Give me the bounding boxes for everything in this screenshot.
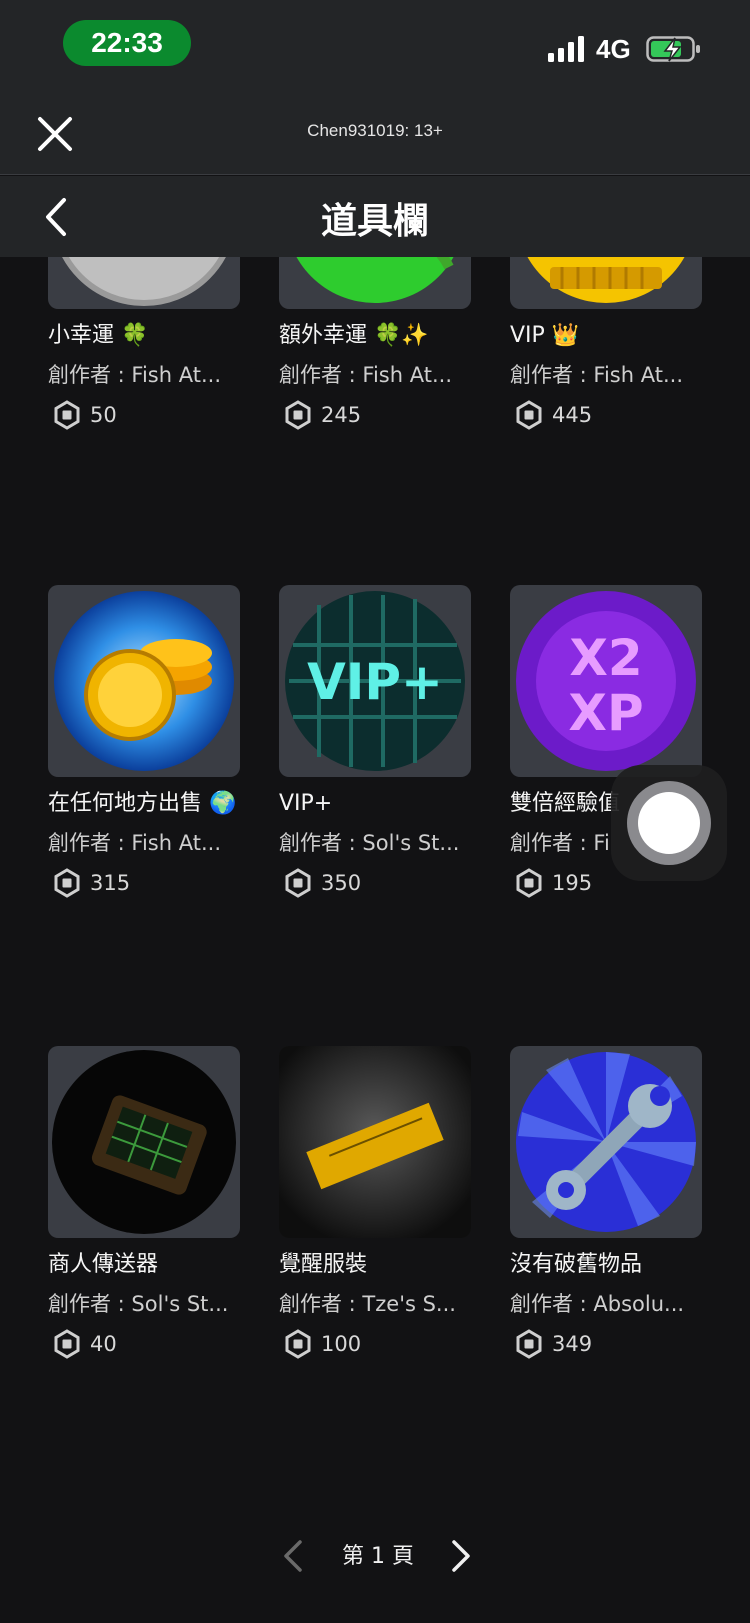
item-creator: 創作者 : Fish At... xyxy=(279,363,452,387)
item-creator: 創作者 : Sol's St... xyxy=(48,1292,229,1316)
nav-bar: 道具欄 xyxy=(0,176,750,257)
browser-header: Chen931019: 13+ xyxy=(0,95,750,175)
item-card-extra-luck[interactable]: 額外幸運 🍀✨ 創作者 : Fish At... 245 xyxy=(279,257,471,433)
item-name: VIP 👑 xyxy=(510,323,580,348)
item-card-small-luck[interactable]: 小幸運 🍀 創作者 : Fish At... 50 xyxy=(48,257,240,433)
price-value: 50 xyxy=(90,403,117,427)
robux-icon xyxy=(54,1329,80,1359)
item-thumbnail xyxy=(510,1046,702,1238)
item-thumbnail xyxy=(48,585,240,777)
item-card-no-worn-items[interactable]: 沒有破舊物品 創作者 : Absolu... 349 xyxy=(510,1046,702,1362)
status-bar: 22:33 4G xyxy=(0,0,750,95)
item-price: 350 xyxy=(279,865,471,901)
page-indicator: 第 1 頁 xyxy=(342,1544,414,1569)
item-creator: 創作者 : Fish At... xyxy=(48,363,221,387)
item-card-merchant-teleporter[interactable]: 商人傳送器 創作者 : Sol's St... 40 xyxy=(48,1046,240,1362)
item-card-vip[interactable]: VIP 👑 創作者 : Fish At... 445 xyxy=(510,257,702,433)
signal-icon xyxy=(548,36,584,62)
item-thumbnail xyxy=(279,257,471,309)
price-value: 445 xyxy=(552,403,593,427)
robux-icon xyxy=(516,868,542,898)
item-price: 445 xyxy=(510,397,702,433)
item-thumbnail: VIP+ xyxy=(279,585,471,777)
item-thumbnail xyxy=(48,1046,240,1238)
robux-icon xyxy=(285,1329,311,1359)
price-value: 40 xyxy=(90,1332,117,1356)
item-name: 商人傳送器 xyxy=(48,1252,159,1277)
item-thumbnail xyxy=(279,1046,471,1238)
price-value: 100 xyxy=(321,1332,362,1356)
item-price: 315 xyxy=(48,865,240,901)
svg-text:X2: X2 xyxy=(569,629,642,687)
chevron-right-icon[interactable] xyxy=(446,1538,476,1574)
item-price: 50 xyxy=(48,397,240,433)
item-thumbnail xyxy=(510,257,702,309)
item-thumbnail xyxy=(48,257,240,309)
price-value: 315 xyxy=(90,871,131,895)
robux-icon xyxy=(285,868,311,898)
item-creator: 創作者 : Absolu... xyxy=(510,1292,685,1316)
svg-text:XP: XP xyxy=(568,684,643,742)
item-creator: 創作者 : Sol's St... xyxy=(279,831,460,855)
price-value: 350 xyxy=(321,871,362,895)
item-creator: 創作者 : Fish At... xyxy=(48,831,221,855)
robux-icon xyxy=(516,400,542,430)
item-price: 245 xyxy=(279,397,471,433)
robux-icon xyxy=(516,1329,542,1359)
item-price: 100 xyxy=(279,1326,471,1362)
assistive-touch-core xyxy=(638,792,700,854)
item-thumbnail: X2 XP xyxy=(510,585,702,777)
item-name: 覺醒服裝 xyxy=(279,1252,368,1277)
chevron-left-icon[interactable] xyxy=(278,1538,308,1574)
robux-icon xyxy=(54,400,80,430)
item-price: 40 xyxy=(48,1326,240,1362)
robux-icon xyxy=(54,868,80,898)
item-card-awakening-outfit[interactable]: 覺醒服裝 創作者 : Tze's S... 100 xyxy=(279,1046,471,1362)
site-title: Chen931019: 13+ xyxy=(307,121,443,140)
item-name: 沒有破舊物品 xyxy=(510,1252,643,1277)
item-name: 額外幸運 🍀✨ xyxy=(279,323,429,348)
item-grid: 小幸運 🍀 創作者 : Fish At... 50 額外幸運 🍀✨ 創作者 : … xyxy=(0,257,750,1623)
price-value: 195 xyxy=(552,871,593,895)
item-price: 349 xyxy=(510,1326,702,1362)
item-creator: 創作者 : Tze's S... xyxy=(279,1292,456,1316)
item-name: 在任何地方出售 🌍 xyxy=(48,791,237,816)
page-title: 道具欄 xyxy=(320,201,429,242)
item-card-sell-anywhere[interactable]: 在任何地方出售 🌍 創作者 : Fish At... 315 xyxy=(48,585,240,901)
svg-text:VIP+: VIP+ xyxy=(307,653,443,711)
pagination: 第 1 頁 xyxy=(0,1530,750,1580)
assistive-touch-icon[interactable] xyxy=(611,765,727,881)
item-name: 小幸運 🍀 xyxy=(48,323,149,348)
battery-charging-icon xyxy=(646,36,700,62)
robux-icon xyxy=(285,400,311,430)
network-type: 4G xyxy=(596,34,631,64)
item-creator: 創作者 : Fish At... xyxy=(510,363,683,387)
price-value: 349 xyxy=(552,1332,593,1356)
status-time: 22:33 xyxy=(63,20,191,66)
item-card-vip-plus[interactable]: VIP+ VIP+ 創作者 : Sol's St... 350 xyxy=(279,585,471,901)
price-value: 245 xyxy=(321,403,362,427)
item-name: VIP+ xyxy=(279,791,333,816)
